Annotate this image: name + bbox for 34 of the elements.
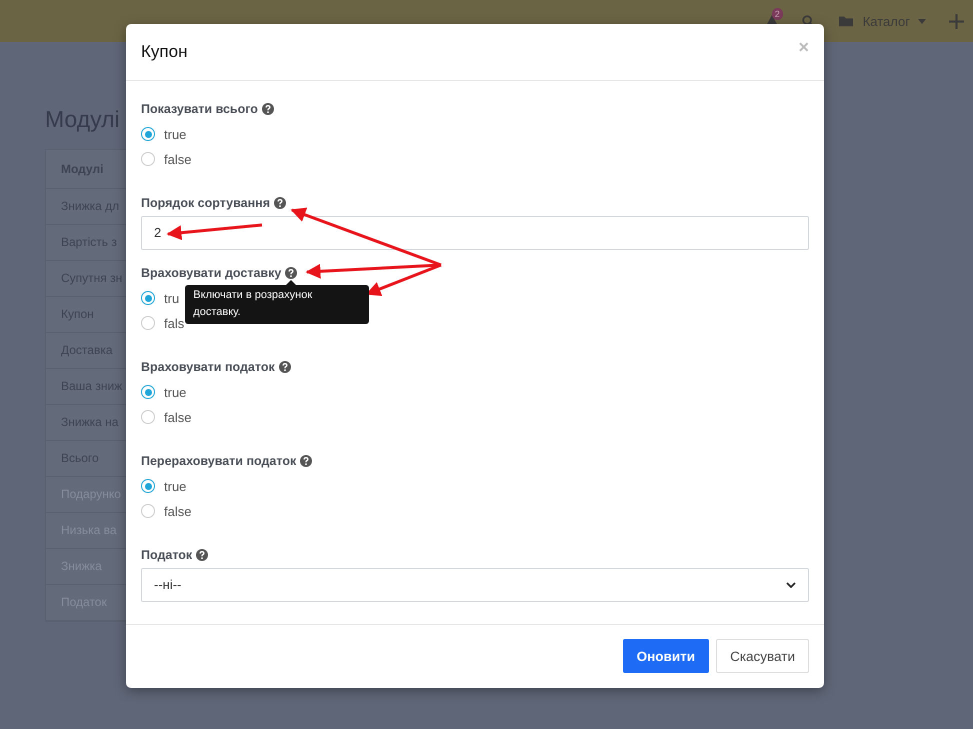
help-icon[interactable]: [285, 266, 298, 279]
radio-button[interactable]: [141, 127, 155, 142]
radio-button[interactable]: [141, 152, 155, 166]
field-label: Податок: [141, 548, 192, 562]
field-label: Перераховувати податок: [141, 454, 296, 468]
radio-button[interactable]: [141, 479, 155, 494]
radio-option[interactable]: true: [141, 122, 186, 147]
chevron-down-icon: [786, 582, 796, 588]
dialog-title: Купон: [141, 42, 188, 62]
help-icon[interactable]: [278, 360, 291, 373]
radio-button[interactable]: [141, 410, 155, 424]
tax-select[interactable]: --ні--: [141, 568, 809, 602]
help-icon[interactable]: [300, 454, 312, 467]
radio-option[interactable]: true: [141, 380, 186, 405]
notification-badge: 2: [772, 8, 783, 20]
radio-button[interactable]: [141, 504, 155, 518]
cancel-button[interactable]: Скасувати: [716, 639, 809, 674]
field-label: Враховувати доставку: [141, 266, 282, 280]
help-icon[interactable]: [274, 196, 286, 209]
folder-icon: [836, 14, 855, 28]
radio-button[interactable]: [141, 291, 155, 306]
field-label: Показувати всього: [141, 102, 258, 116]
radio-option[interactable]: false: [141, 404, 192, 430]
radio-option[interactable]: fals: [141, 310, 184, 336]
help-icon[interactable]: [262, 102, 274, 115]
plus-icon[interactable]: [948, 12, 965, 30]
caret-icon: [918, 18, 926, 24]
field-label: Порядок сортування: [141, 196, 270, 210]
radio-button[interactable]: [141, 385, 155, 400]
tooltip: Включати в розрахунок доставку.: [185, 284, 370, 324]
radio-button[interactable]: [141, 316, 155, 330]
sort-order-field[interactable]: 2: [141, 216, 809, 250]
help-icon[interactable]: [196, 548, 208, 561]
update-button[interactable]: Оновити: [622, 639, 710, 674]
